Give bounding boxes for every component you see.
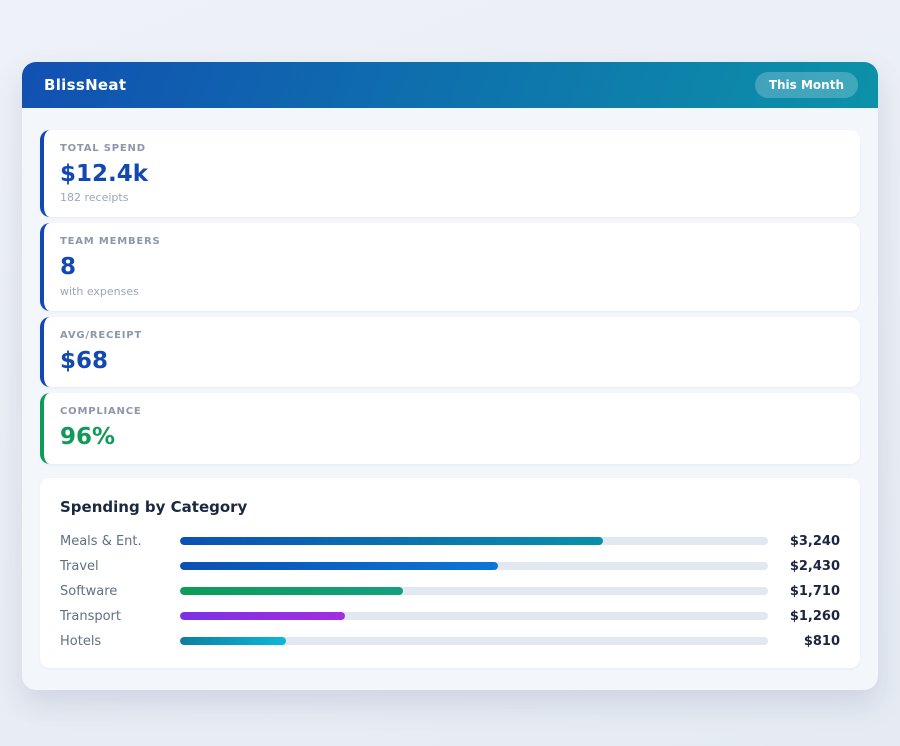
dashboard-window: BlissNeat This Month TOTAL SPEND $12.4k … xyxy=(22,62,878,690)
stat-label: AVG/RECEIPT xyxy=(60,330,842,341)
bar-track xyxy=(180,562,768,570)
category-value: $810 xyxy=(768,634,840,649)
stat-value: $68 xyxy=(60,348,842,374)
stat-label: TOTAL SPEND xyxy=(60,143,842,154)
spending-row-transport: Transport $1,260 xyxy=(60,604,840,629)
bar-fill-software xyxy=(180,587,403,595)
stat-subtext: 182 receipts xyxy=(60,191,842,204)
category-label: Travel xyxy=(60,559,180,574)
category-label: Transport xyxy=(60,609,180,624)
stat-label: COMPLIANCE xyxy=(60,406,842,417)
spending-row-hotels: Hotels $810 xyxy=(60,629,840,654)
stat-value: 96% xyxy=(60,424,842,450)
stat-value: 8 xyxy=(60,254,842,280)
category-label: Hotels xyxy=(60,634,180,649)
stat-card-total-spend: TOTAL SPEND $12.4k 182 receipts xyxy=(40,130,860,217)
spending-by-category-card: Spending by Category Meals & Ent. $3,240… xyxy=(40,478,860,668)
category-value: $1,710 xyxy=(768,584,840,599)
bar-track xyxy=(180,637,768,645)
app-header: BlissNeat This Month xyxy=(22,62,878,108)
spending-row-travel: Travel $2,430 xyxy=(60,554,840,579)
spending-row-software: Software $1,710 xyxy=(60,579,840,604)
period-filter-badge[interactable]: This Month xyxy=(755,72,858,98)
bar-fill-travel xyxy=(180,562,498,570)
stat-card-team-members: TEAM MEMBERS 8 with expenses xyxy=(40,223,860,310)
stat-card-compliance: COMPLIANCE 96% xyxy=(40,393,860,463)
stat-value: $12.4k xyxy=(60,161,842,187)
bar-track xyxy=(180,612,768,620)
spending-card-title: Spending by Category xyxy=(60,498,840,516)
dashboard-content: TOTAL SPEND $12.4k 182 receipts TEAM MEM… xyxy=(22,108,878,668)
app-title: BlissNeat xyxy=(44,76,126,94)
category-value: $2,430 xyxy=(768,559,840,574)
stat-card-avg-receipt: AVG/RECEIPT $68 xyxy=(40,317,860,387)
bar-fill-hotels xyxy=(180,637,286,645)
category-value: $3,240 xyxy=(768,534,840,549)
stat-label: TEAM MEMBERS xyxy=(60,236,842,247)
category-label: Meals & Ent. xyxy=(60,534,180,549)
spending-row-meals: Meals & Ent. $3,240 xyxy=(60,529,840,554)
category-label: Software xyxy=(60,584,180,599)
bar-fill-meals xyxy=(180,537,603,545)
bar-fill-transport xyxy=(180,612,345,620)
category-value: $1,260 xyxy=(768,609,840,624)
stat-subtext: with expenses xyxy=(60,285,842,298)
bar-track xyxy=(180,537,768,545)
bar-track xyxy=(180,587,768,595)
